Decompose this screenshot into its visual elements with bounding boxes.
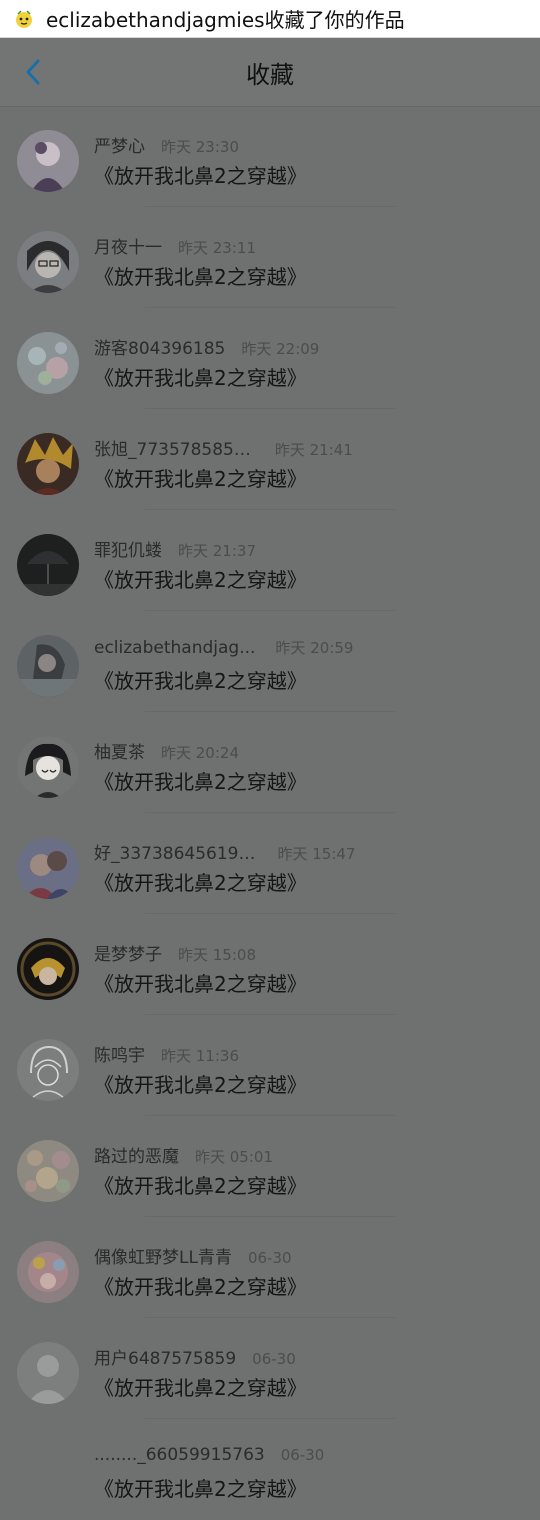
list-item[interactable]: 好_33738645619… 昨天 15:47 《放开我北鼻2之穿越》 (0, 813, 540, 914)
timestamp: 昨天 23:30 (161, 138, 239, 156)
back-button[interactable] (12, 48, 54, 96)
timestamp: 昨天 22:09 (241, 340, 320, 358)
work-title[interactable]: 《放开我北鼻2之穿越》 (94, 463, 307, 492)
avatar[interactable] (17, 736, 79, 798)
notification-text: eclizabethandjagmies收藏了你的作品 (46, 8, 405, 32)
list-item[interactable]: eclizabethandjag... 昨天 20:59 《放开我北鼻2之穿越》 (0, 611, 540, 712)
timestamp: 昨天 21:37 (178, 542, 256, 560)
avatar[interactable] (17, 534, 79, 596)
notification-app-icon (10, 4, 38, 33)
timestamp: 06-30 (252, 1350, 296, 1368)
list-item[interactable]: 严梦心 昨天 23:30 《放开我北鼻2之穿越》 (0, 106, 540, 207)
list-item[interactable]: 游客804396185 昨天 22:09 《放开我北鼻2之穿越》 (0, 308, 540, 409)
avatar[interactable] (17, 1140, 79, 1202)
user-name[interactable]: 好_33738645619… (94, 839, 255, 864)
timestamp: 昨天 23:11 (178, 239, 256, 257)
user-name[interactable]: 偶像虹野梦LL青青 (94, 1243, 232, 1268)
avatar[interactable] (17, 1342, 79, 1404)
favorites-list: 严梦心 昨天 23:30 《放开我北鼻2之穿越》 月夜十一 昨天 23:11 《… (0, 106, 540, 1520)
user-name[interactable]: 张旭_773578585… (94, 435, 251, 460)
work-title[interactable]: 《放开我北鼻2之穿越》 (94, 261, 307, 290)
avatar[interactable] (17, 837, 79, 899)
timestamp: 06-30 (247, 1249, 292, 1267)
work-title[interactable]: 《放开我北鼻2之穿越》 (94, 1170, 307, 1199)
user-name[interactable]: 游客804396185 (94, 334, 225, 359)
list-item[interactable]: 路过的恶魔 昨天 05:01 《放开我北鼻2之穿越》 (0, 1116, 540, 1217)
work-title[interactable]: 《放开我北鼻2之穿越》 (94, 1372, 307, 1401)
work-title[interactable]: 《放开我北鼻2之穿越》 (94, 362, 307, 391)
user-name[interactable]: ........_66059915763 (94, 1445, 265, 1465)
timestamp: 昨天 15:08 (178, 946, 256, 964)
user-name[interactable]: 柚夏茶 (94, 738, 145, 763)
page-title: 收藏 (246, 60, 294, 89)
timestamp: 昨天 21:41 (274, 441, 353, 459)
user-name[interactable]: 路过的恶魔 (94, 1142, 179, 1167)
work-title[interactable]: 《放开我北鼻2之穿越》 (94, 160, 307, 189)
avatar[interactable] (17, 130, 79, 192)
list-item[interactable]: 用户6487575859 06-30 《放开我北鼻2之穿越》 (0, 1318, 540, 1419)
chevron-left-icon (26, 59, 40, 85)
list-item[interactable]: 偶像虹野梦LL青青 06-30 《放开我北鼻2之穿越》 (0, 1217, 540, 1318)
avatar[interactable] (17, 938, 79, 1000)
timestamp: 06-30 (280, 1446, 325, 1464)
work-title[interactable]: 《放开我北鼻2之穿越》 (94, 1271, 307, 1300)
work-title[interactable]: 《放开我北鼻2之穿越》 (94, 968, 307, 997)
list-item[interactable]: 月夜十一 昨天 23:11 《放开我北鼻2之穿越》 (0, 207, 540, 308)
user-name[interactable]: 月夜十一 (94, 233, 162, 258)
list-item[interactable]: ........_66059915763 06-30 《放开我北鼻2之穿越》 (0, 1419, 540, 1520)
user-name[interactable]: 用户6487575859 (94, 1344, 236, 1369)
default-user-icon (17, 1342, 79, 1404)
avatar[interactable] (17, 635, 79, 697)
notification-banner[interactable]: eclizabethandjagmies收藏了你的作品 (0, 0, 540, 38)
user-name[interactable]: 严梦心 (94, 132, 145, 157)
work-title[interactable]: 《放开我北鼻2之穿越》 (94, 665, 307, 694)
avatar[interactable] (17, 231, 79, 293)
top-bar: 收藏 (0, 38, 540, 107)
work-title[interactable]: 《放开我北鼻2之穿越》 (94, 867, 307, 896)
timestamp: 昨天 20:24 (161, 744, 239, 762)
avatar[interactable] (17, 1039, 79, 1101)
list-item[interactable]: 张旭_773578585… 昨天 21:41 《放开我北鼻2之穿越》 (0, 409, 540, 510)
avatar[interactable] (17, 1241, 79, 1303)
avatar[interactable] (17, 332, 79, 394)
list-item[interactable]: 柚夏茶 昨天 20:24 《放开我北鼻2之穿越》 (0, 712, 540, 813)
list-item[interactable]: 陈鸣宇 昨天 11:36 《放开我北鼻2之穿越》 (0, 1015, 540, 1116)
work-title[interactable]: 《放开我北鼻2之穿越》 (94, 1069, 307, 1098)
user-name[interactable]: 罪犯仉蝼 (94, 536, 162, 561)
list-item[interactable]: 罪犯仉蝼 昨天 21:37 《放开我北鼻2之穿越》 (0, 510, 540, 611)
user-name[interactable]: 陈鸣宇 (94, 1041, 145, 1066)
timestamp: 昨天 05:01 (195, 1148, 273, 1166)
user-name[interactable]: eclizabethandjag... (94, 638, 255, 658)
timestamp: 昨天 20:59 (275, 639, 354, 657)
timestamp: 昨天 15:47 (277, 845, 356, 863)
list-item[interactable]: 是梦梦子 昨天 15:08 《放开我北鼻2之穿越》 (0, 914, 540, 1015)
user-name[interactable]: 是梦梦子 (94, 940, 162, 965)
timestamp: 昨天 11:36 (161, 1047, 239, 1065)
work-title[interactable]: 《放开我北鼻2之穿越》 (94, 1473, 307, 1502)
work-title[interactable]: 《放开我北鼻2之穿越》 (94, 766, 307, 795)
work-title[interactable]: 《放开我北鼻2之穿越》 (94, 564, 307, 593)
avatar[interactable] (17, 433, 79, 495)
